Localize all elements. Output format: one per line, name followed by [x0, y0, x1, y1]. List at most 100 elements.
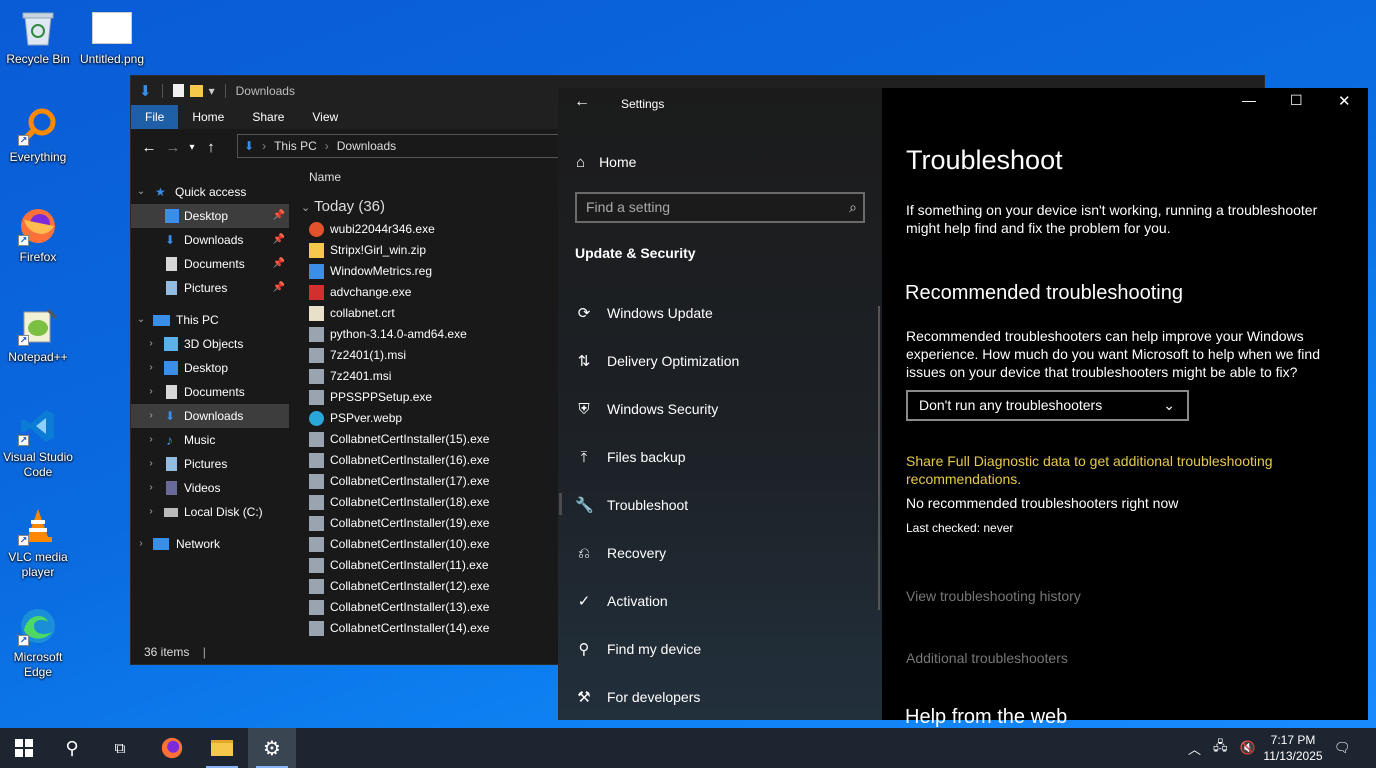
group-header-today[interactable]: ⌄ Today (36): [301, 198, 385, 215]
close-icon[interactable]: ✕: [1338, 92, 1351, 110]
maximize-icon[interactable]: ☐: [1290, 92, 1303, 109]
chevron-right-icon[interactable]: ›: [135, 532, 147, 556]
properties-icon[interactable]: [172, 84, 184, 97]
minimize-icon[interactable]: —: [1242, 92, 1256, 108]
taskbar-clock[interactable]: 7:17 PM 11/13/2025: [1258, 732, 1328, 764]
file-row[interactable]: CollabnetCertInstaller(18).exe: [309, 492, 489, 513]
file-row[interactable]: Stripx!Girl_win.zip: [309, 240, 426, 261]
file-row[interactable]: advchange.exe: [309, 282, 411, 303]
action-center-button[interactable]: 🗨: [1334, 728, 1352, 768]
view-history-link[interactable]: View troubleshooting history: [906, 588, 1081, 604]
sidebar-scrollbar[interactable]: [878, 306, 880, 610]
desktop-icon-recycle-bin[interactable]: Recycle Bin: [0, 6, 76, 67]
recent-locations-chevron-icon[interactable]: ▾: [185, 142, 199, 153]
chevron-right-icon[interactable]: ›: [145, 428, 157, 452]
tree-item-documents-pinned[interactable]: Documents 📌: [131, 252, 289, 276]
breadcrumb-this-pc[interactable]: This PC: [274, 139, 317, 153]
desktop-icon-vscode[interactable]: ↗ Visual Studio Code: [0, 404, 76, 480]
file-row[interactable]: collabnet.crt: [309, 303, 395, 324]
nav-item-find-my-device[interactable]: ⚲ Find my device: [575, 637, 702, 661]
desktop-icon-edge[interactable]: ↗ Microsoft Edge: [0, 604, 76, 680]
tree-item-desktop[interactable]: › Desktop: [131, 356, 289, 380]
chevron-down-icon[interactable]: ⌄: [135, 180, 147, 204]
nav-item-recovery[interactable]: ⎌ Recovery: [575, 541, 666, 565]
file-row[interactable]: CollabnetCertInstaller(15).exe: [309, 429, 489, 450]
desktop-icon-everything[interactable]: ↗ Everything: [0, 104, 76, 165]
file-row[interactable]: CollabnetCertInstaller(12).exe: [309, 576, 489, 597]
file-row[interactable]: PPSSPPSetup.exe: [309, 387, 432, 408]
chevron-right-icon[interactable]: ›: [145, 500, 157, 524]
troubleshooter-preference-dropdown[interactable]: Don't run any troubleshooters ⌄: [906, 390, 1189, 421]
file-row[interactable]: wubi22044r346.exe: [309, 219, 435, 240]
nav-item-windows-update[interactable]: ⟳ Windows Update: [575, 301, 713, 325]
tree-item-3d-objects[interactable]: › 3D Objects: [131, 332, 289, 356]
breadcrumb-downloads[interactable]: Downloads: [337, 139, 396, 153]
tree-item-local-disk[interactable]: › Local Disk (C:): [131, 500, 289, 524]
address-bar[interactable]: ⬇ › This PC › Downloads: [237, 134, 567, 158]
task-view-button[interactable]: ⧉: [96, 728, 144, 768]
show-hidden-icons-chevron-icon[interactable]: ︿: [1188, 739, 1201, 758]
nav-item-delivery-optimization[interactable]: ⇅ Delivery Optimization: [575, 349, 740, 373]
start-button[interactable]: [0, 728, 48, 768]
file-row[interactable]: CollabnetCertInstaller(13).exe: [309, 597, 489, 618]
tree-item-desktop-pinned[interactable]: Desktop 📌: [131, 204, 289, 228]
file-row[interactable]: CollabnetCertInstaller(14).exe: [309, 618, 489, 639]
nav-item-activation[interactable]: ✓ Activation: [575, 589, 668, 613]
tree-item-pictures[interactable]: › Pictures: [131, 452, 289, 476]
additional-troubleshooters-link[interactable]: Additional troubleshooters: [906, 650, 1068, 666]
file-row[interactable]: PSPver.webp: [309, 408, 402, 429]
file-row[interactable]: CollabnetCertInstaller(17).exe: [309, 471, 489, 492]
settings-window[interactable]: ← Settings ⌂ Home Find a setting ⌕ Updat…: [558, 88, 1368, 728]
tree-item-this-pc[interactable]: ⌄ This PC: [131, 308, 289, 332]
taskbar-file-explorer[interactable]: [198, 728, 246, 768]
desktop-icon-vlc[interactable]: ↗ VLC media player: [0, 504, 76, 580]
ribbon-tab-file[interactable]: File: [131, 105, 179, 129]
settings-search-input[interactable]: Find a setting ⌕: [575, 192, 865, 223]
ribbon-tab-share[interactable]: Share: [238, 105, 298, 129]
ribbon-tab-view[interactable]: View: [298, 105, 352, 129]
file-row[interactable]: 7z2401.msi: [309, 366, 391, 387]
desktop-icon-firefox[interactable]: ↗ Firefox: [0, 204, 76, 265]
diagnostic-data-link[interactable]: Share Full Diagnostic data to get additi…: [906, 452, 1306, 488]
taskbar-firefox[interactable]: [148, 728, 196, 768]
quick-access-dropdown-icon[interactable]: ▾: [209, 84, 215, 98]
nav-item-windows-security[interactable]: ⛨ Windows Security: [575, 397, 718, 421]
ribbon-tab-home[interactable]: Home: [178, 105, 238, 129]
back-arrow-icon[interactable]: ←: [137, 139, 161, 156]
desktop-icon-notepad-plus-plus[interactable]: ↗ Notepad++: [0, 304, 76, 365]
file-row[interactable]: CollabnetCertInstaller(10).exe: [309, 534, 489, 555]
nav-item-files-backup[interactable]: ⤒ Files backup: [575, 445, 686, 469]
tree-item-pictures-pinned[interactable]: Pictures 📌: [131, 276, 289, 300]
file-row[interactable]: WindowMetrics.reg: [309, 261, 432, 282]
tree-item-music[interactable]: › ♪ Music: [131, 428, 289, 452]
chevron-right-icon[interactable]: ›: [145, 380, 157, 404]
search-button[interactable]: ⚲: [48, 728, 96, 768]
chevron-right-icon[interactable]: ›: [145, 332, 157, 356]
chevron-right-icon[interactable]: ›: [145, 404, 157, 428]
file-row[interactable]: CollabnetCertInstaller(19).exe: [309, 513, 489, 534]
chevron-right-icon[interactable]: ›: [145, 452, 157, 476]
column-header-name[interactable]: Name: [309, 170, 341, 184]
back-arrow-icon[interactable]: ←: [574, 93, 590, 111]
settings-home-link[interactable]: ⌂ Home: [576, 150, 636, 174]
network-icon[interactable]: 🖧: [1213, 737, 1228, 759]
tree-item-quick-access[interactable]: ⌄ ★ Quick access: [131, 180, 289, 204]
volume-muted-icon[interactable]: 🔇: [1240, 740, 1256, 756]
tree-item-downloads[interactable]: › ⬇ Downloads: [131, 404, 289, 428]
tree-item-downloads-pinned[interactable]: ⬇ Downloads 📌: [131, 228, 289, 252]
chevron-down-icon[interactable]: ⌄: [135, 308, 147, 332]
file-row[interactable]: CollabnetCertInstaller(11).exe: [309, 555, 489, 576]
tree-item-network[interactable]: › Network: [131, 532, 289, 556]
new-folder-icon[interactable]: [189, 84, 203, 97]
file-row[interactable]: CollabnetCertInstaller(16).exe: [309, 450, 489, 471]
up-arrow-icon[interactable]: ↑: [199, 139, 223, 156]
chevron-right-icon[interactable]: ›: [145, 356, 157, 380]
nav-item-troubleshoot[interactable]: 🔧 Troubleshoot: [575, 493, 688, 517]
desktop-icon-untitled-png[interactable]: Untitled.png: [74, 6, 150, 67]
file-row[interactable]: python-3.14.0-amd64.exe: [309, 324, 467, 345]
tree-item-videos[interactable]: › Videos: [131, 476, 289, 500]
chevron-right-icon[interactable]: ›: [145, 476, 157, 500]
nav-item-for-developers[interactable]: ⚒ For developers: [575, 685, 700, 709]
tree-item-documents[interactable]: › Documents: [131, 380, 289, 404]
taskbar-settings[interactable]: ⚙: [248, 728, 296, 768]
